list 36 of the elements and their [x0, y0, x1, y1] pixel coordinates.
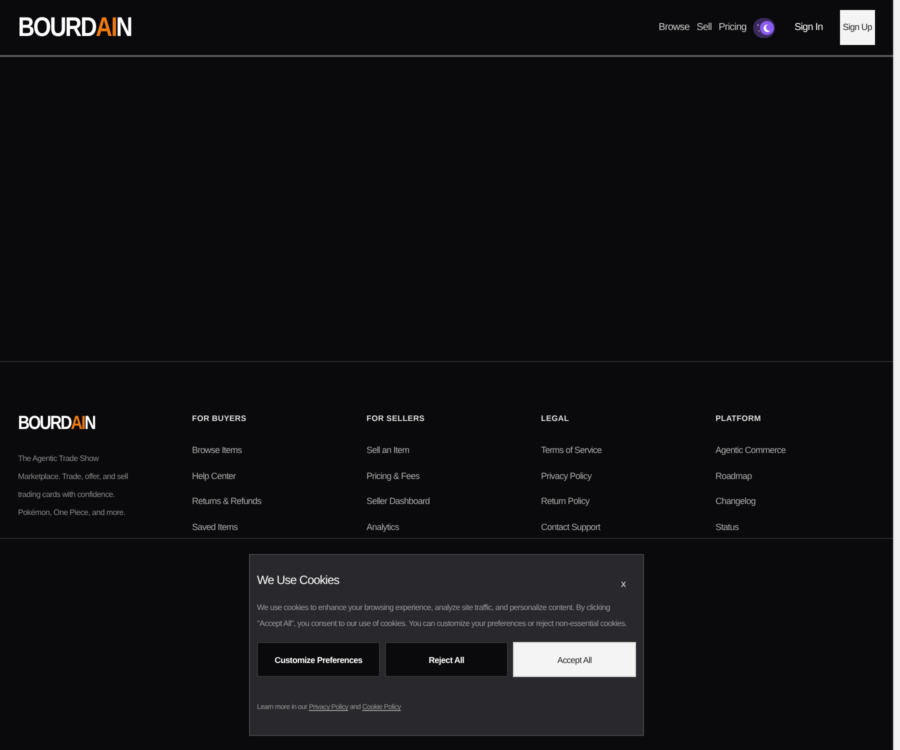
footer-link[interactable]: Saved Items: [192, 522, 238, 547]
footer-link[interactable]: Roadmap: [716, 470, 752, 496]
footer-link[interactable]: Help Center: [192, 470, 236, 496]
sign-up-button[interactable]: Sign Up: [840, 10, 875, 45]
footer-link[interactable]: Analytics: [366, 522, 399, 547]
footer-link[interactable]: Changelog: [716, 496, 756, 522]
logo[interactable]: BOURDAIN: [18, 414, 95, 433]
footer-link[interactable]: Sell an Item: [366, 445, 410, 470]
nav-link[interactable]: Browse: [658, 22, 690, 33]
column-heading: PLATFORM: [716, 414, 762, 424]
nav-link[interactable]: Pricing: [718, 22, 746, 33]
sign-in-link[interactable]: Sign In: [794, 22, 823, 33]
close-button[interactable]: x: [621, 579, 626, 590]
column-heading: LEGAL: [541, 414, 570, 424]
banner-button[interactable]: Reject All: [385, 642, 508, 677]
footer-link[interactable]: Pricing & Fees: [366, 470, 420, 496]
banner-title: We Use Cookies: [257, 573, 340, 587]
footer-link[interactable]: Returns & Refunds: [192, 496, 262, 522]
footer-tagline: The Agentic Trade Show Marketplace. Trade, offer, and sell trading cards with confidence. Pokémon, One Piece, and more.: [18, 453, 129, 519]
scrollbar[interactable]: [893, 0, 900, 750]
banner-button[interactable]: Customize Preferences: [257, 642, 380, 677]
footer-link[interactable]: Seller Dashboard: [366, 496, 430, 522]
column-heading: FOR SELLERS: [366, 414, 426, 424]
cookie-message: We use cookies to enhance your browsing experience, analyze site traffic, and personalize content. By clicking "Accept All", you consent to our use of cookies. You can customize your preferences or reject non-essential cookies.: [257, 602, 628, 630]
logo[interactable]: BOURDAIN: [18, 14, 132, 41]
theme-toggle[interactable]: [753, 18, 776, 38]
footer-link[interactable]: Terms of Service: [541, 445, 602, 470]
nav-link[interactable]: Sell: [696, 22, 712, 33]
footer-link[interactable]: Browse Items: [192, 445, 242, 470]
accept-button[interactable]: Accept All: [513, 642, 636, 677]
footer-link[interactable]: Agentic Commerce: [716, 445, 786, 470]
footer-link[interactable]: Privacy Policy: [541, 470, 592, 496]
footer-link[interactable]: Return Policy: [541, 496, 590, 522]
footer-link[interactable]: Status: [716, 522, 739, 547]
footer-link[interactable]: Contact Support: [541, 522, 600, 547]
column-heading: FOR BUYERS: [192, 414, 248, 424]
